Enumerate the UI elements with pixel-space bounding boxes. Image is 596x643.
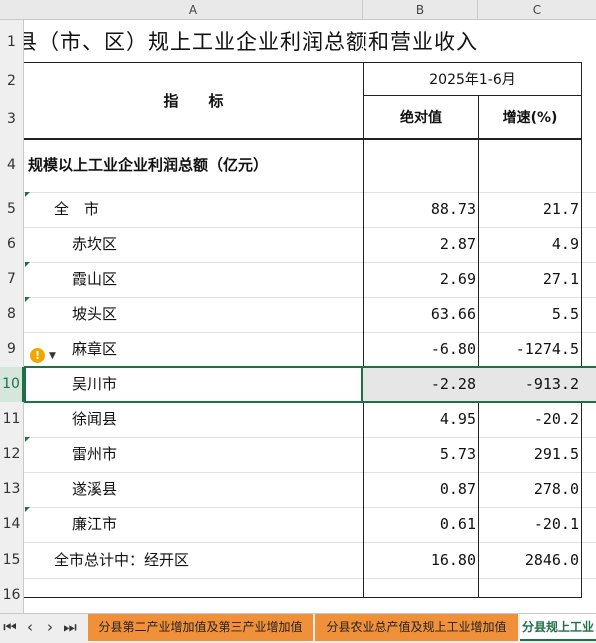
row-value-14[interactable]: 0.61	[364, 507, 476, 542]
row-value-10[interactable]: -2.28	[364, 367, 476, 402]
vborder-right	[581, 62, 582, 598]
row-header-15[interactable]: 15	[0, 542, 24, 578]
row-growth-8[interactable]: 5.5	[479, 297, 579, 332]
row-name-14[interactable]: 廉江市	[72, 507, 117, 542]
row-value-5[interactable]: 88.73	[364, 192, 476, 227]
row-value-6[interactable]: 2.87	[364, 227, 476, 262]
gridline	[24, 578, 596, 579]
row-value-12[interactable]: 5.73	[364, 437, 476, 472]
row-header-7[interactable]: 7	[0, 262, 24, 297]
row-growth-14[interactable]: -20.1	[479, 507, 579, 542]
cell-indicator	[25, 297, 30, 302]
row-name-15[interactable]: 全市总计中：经开区	[54, 542, 189, 578]
table-bottom-border	[24, 597, 582, 598]
row-growth-12[interactable]: 291.5	[479, 437, 579, 472]
sheet-title: 各县（市、区）规上工业企业利润总额和营业收入	[24, 30, 363, 54]
row-header-3[interactable]: 3	[0, 100, 24, 138]
row-growth-5[interactable]: 21.7	[479, 192, 579, 227]
row-header-8[interactable]: 8	[0, 297, 24, 332]
row-name-12[interactable]: 雷州市	[72, 437, 117, 472]
row-value-7[interactable]: 2.69	[364, 262, 476, 297]
sheet-tab-3-active[interactable]: 分县规上工业	[520, 614, 596, 641]
row-header-6[interactable]: 6	[0, 227, 24, 262]
row-header-2[interactable]: 2	[0, 62, 24, 100]
first-sheet-button[interactable]: ⏮	[2, 617, 18, 637]
title-cell[interactable]: 各县（市、区）规上工业企业利润总额和营业收入	[24, 22, 363, 62]
row-name-11[interactable]: 徐闻县	[72, 402, 117, 437]
next-sheet-button[interactable]: ›	[42, 617, 58, 637]
absolute-header[interactable]: 绝对值	[364, 96, 478, 138]
indicator-header[interactable]: 指 标	[24, 62, 363, 138]
row-value-9[interactable]: -6.80	[364, 332, 476, 367]
section-label[interactable]: 规模以上工业企业利润总额（亿元）	[28, 140, 363, 192]
sheet-tab-1[interactable]: 分县第二产业增加值及第三产业增加值	[88, 614, 313, 641]
row-header-13[interactable]: 13	[0, 472, 24, 507]
error-check-button[interactable]: ! ▼	[30, 347, 62, 365]
row-name-10[interactable]: 吴川市	[72, 367, 117, 402]
row-value-15[interactable]: 16.80	[364, 542, 476, 578]
row-value-13[interactable]: 0.87	[364, 472, 476, 507]
row-header-9[interactable]: 9	[0, 332, 24, 367]
row-growth-13[interactable]: 278.0	[479, 472, 579, 507]
row-header-14[interactable]: 14	[0, 507, 24, 542]
column-header-a[interactable]: A	[24, 0, 363, 20]
cell-indicator	[25, 507, 30, 512]
row-growth-11[interactable]: -20.2	[479, 402, 579, 437]
row-value-11[interactable]: 4.95	[364, 402, 476, 437]
row-header-4[interactable]: 4	[0, 138, 24, 192]
row-header-1[interactable]: 1	[0, 22, 24, 62]
row-value-8[interactable]: 63.66	[364, 297, 476, 332]
row-header-16[interactable]: 16	[0, 578, 24, 612]
cell-indicator	[25, 262, 30, 267]
row-name-8[interactable]: 坡头区	[72, 297, 117, 332]
row-name-13[interactable]: 遂溪县	[72, 472, 117, 507]
row-name-6[interactable]: 赤坎区	[72, 227, 117, 262]
period-header[interactable]: 2025年1-6月	[364, 62, 581, 95]
cell-indicator	[25, 192, 30, 197]
row-growth-6[interactable]: 4.9	[479, 227, 579, 262]
column-header-b[interactable]: B	[363, 0, 478, 20]
prev-sheet-button[interactable]: ‹	[22, 617, 38, 637]
column-header-c[interactable]: C	[478, 0, 596, 20]
row-growth-15[interactable]: 2846.0	[479, 542, 579, 578]
title-overflow[interactable]: 各县（市、区）规上工业企业利润总额和营业收入	[364, 22, 596, 62]
last-sheet-button[interactable]: ⏭	[62, 617, 78, 637]
row-growth-10[interactable]: -913.2	[479, 367, 579, 402]
chevron-down-icon: ▼	[49, 351, 56, 361]
growth-header[interactable]: 增速(%)	[479, 96, 581, 138]
select-all-corner[interactable]	[0, 0, 24, 20]
row-name-7[interactable]: 霞山区	[72, 262, 117, 297]
row-header-10[interactable]: 10	[0, 367, 24, 402]
row-growth-9[interactable]: -1274.5	[479, 332, 579, 367]
warning-icon: !	[30, 348, 45, 363]
row-header-12[interactable]: 12	[0, 437, 24, 472]
row-name-9[interactable]: 麻章区	[72, 332, 117, 367]
row-name-5[interactable]: 全 市	[54, 192, 99, 227]
row-header-5[interactable]: 5	[0, 192, 24, 227]
cell-indicator	[25, 437, 30, 442]
sheet-tab-2[interactable]: 分县农业总产值及规上工业增加值	[315, 614, 518, 641]
row-header-11[interactable]: 11	[0, 402, 24, 437]
row-growth-7[interactable]: 27.1	[479, 262, 579, 297]
